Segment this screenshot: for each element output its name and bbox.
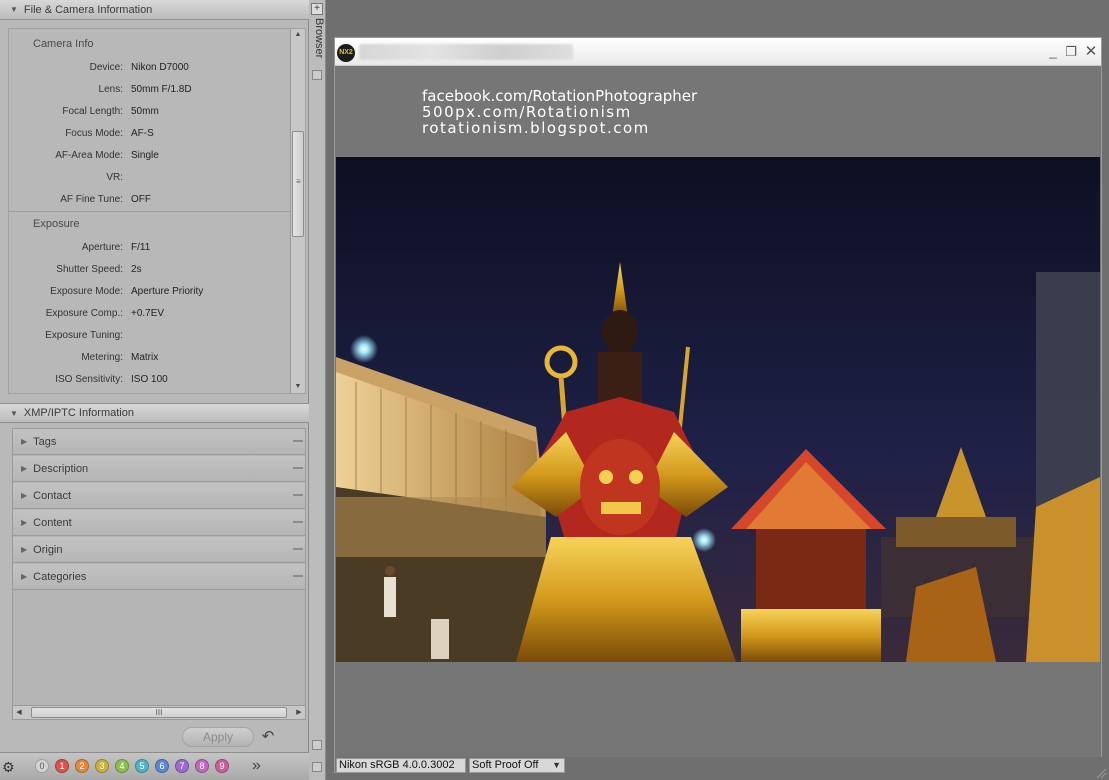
restore-icon[interactable]: ❐ [1063, 44, 1079, 60]
grip-icon: ≡ [296, 177, 301, 186]
apply-button[interactable]: Apply [182, 727, 254, 747]
xmp-iptc-area: ▶ Tags ▶ Description ▶ Contact ▶ Content ▶ Or… [12, 428, 306, 720]
exposure-title: Exposure [33, 218, 80, 230]
xmp-horizontal-scrollbar[interactable]: ◀ III ▶ [13, 705, 305, 719]
xmp-header[interactable]: ▼ XMP/IPTC Information [0, 403, 309, 423]
info-row: Aperture: F/11 [81, 241, 151, 253]
label-0-button[interactable]: 0 [35, 759, 49, 773]
info-row: Metering: Matrix [81, 351, 159, 363]
resize-grip-icon[interactable] [1095, 767, 1107, 779]
photo-watermark: facebook.com/RotationPhotographer 500px.… [422, 88, 697, 136]
label-5-button[interactable]: 5 [135, 759, 149, 773]
xmp-title: XMP/IPTC Information [23, 407, 134, 419]
info-row: Lens: 50mm F/1.8D [98, 83, 192, 95]
info-row: ISO Sensitivity: ISO 100 [55, 373, 168, 385]
scroll-left-arrow-icon[interactable]: ◀ [13, 706, 25, 719]
xmp-item-tags[interactable]: ▶ Tags [13, 429, 305, 455]
dash-icon [293, 440, 303, 442]
triangle-down-icon: ▼ [10, 5, 18, 14]
info-row: Exposure Tuning: [45, 329, 123, 341]
scroll-right-arrow-icon[interactable]: ▶ [293, 706, 305, 719]
plus-icon[interactable]: + [311, 3, 323, 15]
info-row: AF-Area Mode: Single [55, 149, 159, 161]
chevron-down-icon: ▼ [552, 760, 561, 770]
panel-toggle-icon[interactable] [312, 762, 322, 772]
gear-icon[interactable]: ⚙ [2, 759, 15, 776]
label-6-button[interactable]: 6 [155, 759, 169, 773]
nx2-logo-icon: NX2 [337, 44, 355, 62]
left-panel: ▼ File & Camera Information Camera Info … [0, 0, 309, 780]
label-3-button[interactable]: 3 [95, 759, 109, 773]
triangle-right-icon: ▶ [21, 437, 28, 446]
xmp-item-categories[interactable]: ▶ Categories [13, 564, 305, 590]
label-7-button[interactable]: 7 [175, 759, 189, 773]
label-4-button[interactable]: 4 [115, 759, 129, 773]
double-chevron-right-icon[interactable]: » [252, 757, 261, 775]
undo-icon[interactable]: ↶ [258, 727, 278, 747]
night-temple-photo [336, 157, 1100, 662]
scroll-thumb[interactable]: ≡ [292, 131, 304, 237]
scroll-thumb[interactable]: III [31, 707, 287, 718]
label-1-button[interactable]: 1 [55, 759, 69, 773]
blurred-filename [359, 44, 573, 60]
soft-proof-value: Soft Proof Off [472, 759, 539, 771]
info-row: VR: [106, 171, 123, 183]
triangle-right-icon: ▶ [21, 518, 28, 527]
close-icon[interactable]: ✕ [1083, 44, 1099, 60]
info-vertical-scrollbar[interactable]: ▲ ≡ ▼ [290, 29, 305, 393]
dash-icon [293, 467, 303, 469]
info-row: Exposure Comp.: +0.7EV [45, 307, 165, 319]
file-camera-header[interactable]: ▼ File & Camera Information [0, 0, 309, 20]
info-row: AF Fine Tune: OFF [60, 193, 151, 205]
panel-toggle-icon[interactable] [312, 740, 322, 750]
image-window-titlebar[interactable]: NX2 _ ❐ ✕ [335, 38, 1101, 66]
dash-icon [293, 521, 303, 523]
label-8-button[interactable]: 8 [195, 759, 209, 773]
image-window: NX2 _ ❐ ✕ facebook.com/RotationPhotograp… [334, 37, 1102, 774]
scroll-up-arrow-icon[interactable]: ▲ [291, 29, 305, 41]
dash-icon [293, 575, 303, 577]
xmp-item-origin[interactable]: ▶ Origin [13, 537, 305, 563]
watermark-blog: rotationism.blogspot.com [422, 119, 650, 137]
file-camera-info-area: Camera Info Device: Nikon D7000 Lens: 50mm… [8, 28, 306, 394]
triangle-down-icon: ▼ [10, 408, 18, 418]
info-row: Shutter Speed: 2s [56, 263, 142, 275]
xmp-item-description[interactable]: ▶ Description [13, 456, 305, 482]
section-divider [9, 211, 291, 212]
xmp-item-contact[interactable]: ▶ Contact [13, 483, 305, 509]
info-row: Device: Nikon D7000 [89, 61, 189, 73]
photo-canvas[interactable] [336, 157, 1100, 662]
info-row: Focus Mode: AF-S [65, 127, 154, 139]
triangle-right-icon: ▶ [21, 572, 28, 581]
info-row: Focal Length: 50mm [62, 105, 159, 117]
triangle-right-icon: ▶ [21, 491, 28, 500]
color-profile-label: Nikon sRGB 4.0.0.3002 [336, 758, 466, 773]
xmp-item-content[interactable]: ▶ Content [13, 510, 305, 536]
minimize-icon[interactable]: _ [1045, 44, 1061, 60]
browser-side-strip: + Browser [309, 0, 326, 780]
camera-info-title: Camera Info [33, 38, 94, 50]
triangle-right-icon: ▶ [21, 464, 28, 473]
soft-proof-dropdown[interactable]: Soft Proof Off ▼ [469, 758, 565, 773]
status-bar: Nikon sRGB 4.0.0.3002 Soft Proof Off ▼ [336, 757, 1102, 774]
browser-tab[interactable]: Browser [311, 18, 325, 58]
scroll-down-arrow-icon[interactable]: ▼ [291, 381, 305, 393]
panel-toggle-icon[interactable] [312, 70, 322, 80]
info-row: Exposure Mode: Aperture Priority [50, 285, 204, 297]
watermark-500px: 500px.com/Rotationism [422, 103, 632, 121]
label-bar: ⚙ 0123456789 » [0, 752, 309, 780]
label-2-button[interactable]: 2 [75, 759, 89, 773]
file-camera-title: File & Camera Information [23, 3, 153, 16]
watermark-facebook: facebook.com/RotationPhotographer [422, 87, 698, 105]
triangle-right-icon: ▶ [21, 545, 28, 554]
dash-icon [293, 548, 303, 550]
label-9-button[interactable]: 9 [215, 759, 229, 773]
dash-icon [293, 494, 303, 496]
